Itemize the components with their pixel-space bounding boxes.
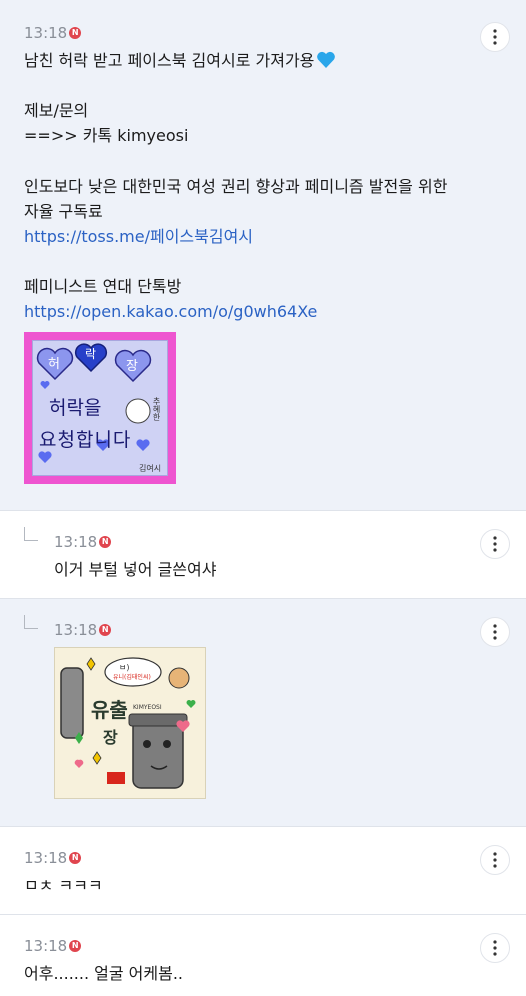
image-tag: KIMYEOSI: [133, 704, 162, 711]
post-line-6: 페미니스트 연대 단톡방: [24, 277, 182, 296]
comment-meta: 13:18 N: [54, 531, 112, 551]
kebab-icon: [493, 624, 497, 640]
comment-meta: 13:18 N: [24, 935, 82, 955]
new-badge: N: [69, 939, 82, 952]
image-side-text: 추혜한: [152, 397, 161, 421]
image-sign: 김여시: [139, 464, 162, 473]
more-options-button[interactable]: [480, 845, 510, 875]
image-big-1: 유출: [91, 698, 128, 722]
comment-meta: 13:18 N: [24, 847, 82, 867]
new-badge: N: [99, 623, 112, 636]
new-badge: N: [69, 851, 82, 864]
heart-text-3: 장: [126, 359, 138, 374]
post-image[interactable]: 허 락 장 허락을 요청합니다 추혜한 김여시: [24, 332, 176, 484]
kebab-icon: [493, 29, 497, 45]
post-card: 13:18 N 남친 허락 받고 페이스북 김여시로 가져가용 제보/문의 ==>…: [0, 0, 526, 510]
comment-4: 13:18 N 어후....... 얼굴 어케봄..: [0, 915, 526, 996]
post-line-4: 인도보다 낮은 대한민국 여성 권리 향상과 페미니즘 발전을 위한: [24, 177, 448, 196]
post-line-2: 제보/문의: [24, 101, 89, 120]
comment-3: 13:18 N ㅁㅊ ㅋㅋㅋ: [0, 827, 526, 914]
more-options-button[interactable]: [480, 22, 510, 52]
more-options-button[interactable]: [480, 617, 510, 647]
post-time: 13:18: [24, 23, 68, 42]
comment-time: 13:18: [54, 532, 98, 551]
comment-text: 이거 부털 넣어 글쓴여샤: [54, 560, 217, 579]
post-line-3: ==>> 카톡 kimyeosi: [24, 126, 189, 145]
kebab-icon: [493, 536, 497, 552]
new-badge: N: [99, 535, 112, 548]
post-line-5: 자율 구독료: [24, 202, 103, 221]
heart-text-1: 허: [48, 357, 60, 372]
more-options-button[interactable]: [480, 933, 510, 963]
comment-meta: 13:18 N: [54, 619, 112, 639]
comment-time: 13:18: [24, 848, 68, 867]
blue-heart-icon: [317, 51, 336, 68]
post-line-1: 남친 허락 받고 페이스북 김여시로 가져가용: [24, 48, 336, 74]
new-badge: N: [69, 26, 82, 39]
post-meta: 13:18 N: [24, 22, 82, 42]
toss-link[interactable]: https://toss.me/페이스북김여시: [24, 224, 253, 250]
heart-text-2: 락: [85, 347, 97, 361]
reply-arrow-icon: [24, 527, 38, 541]
comment-reply-2: 13:18 N ㅂ) 유니(김태인씨) 유출 장 KIMYEOSI: [0, 599, 526, 826]
kakao-link[interactable]: https://open.kakao.com/o/g0wh64Xe: [24, 299, 317, 325]
comment-time: 13:18: [54, 620, 98, 639]
kebab-icon: [493, 852, 497, 868]
statue-drawing: [60, 657, 196, 789]
bubble-text-2: 유니(김태인씨): [113, 674, 151, 681]
reply-arrow-icon: [24, 615, 38, 629]
kebab-icon: [493, 940, 497, 956]
image-big-2: 장: [103, 728, 118, 747]
image-inner: 허 락 장 허락을 요청합니다 추혜한 김여시: [32, 340, 168, 476]
comment-time: 13:18: [24, 936, 68, 955]
more-options-button[interactable]: [480, 529, 510, 559]
comment-image[interactable]: ㅂ) 유니(김태인씨) 유출 장 KIMYEOSI: [54, 647, 206, 799]
comment-text: ㅁㅊ ㅋㅋㅋ: [24, 876, 103, 895]
image-line-b: 요청합니다: [39, 429, 132, 451]
image-line-a: 허락을: [49, 397, 102, 419]
comment-reply-1: 13:18 N 이거 부털 넣어 글쓴여샤: [0, 511, 526, 598]
comment-text: 어후....... 얼굴 어케봄..: [24, 964, 183, 983]
